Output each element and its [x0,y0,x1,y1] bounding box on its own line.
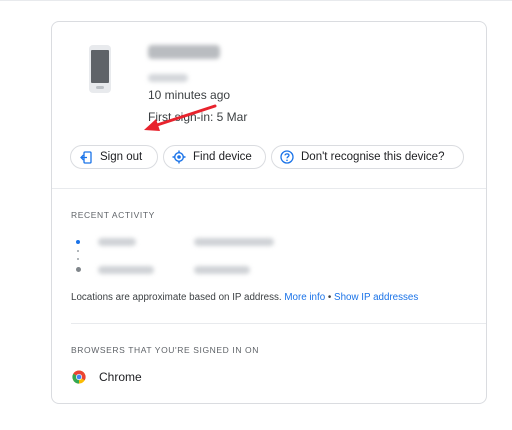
device-card: 10 minutes ago First sign-in: 5 Mar Sign… [51,21,487,404]
phone-icon [89,45,111,93]
browsers-heading: BROWSERS THAT YOU'RE SIGNED IN ON [71,345,259,355]
red-annotation-arrow [144,104,217,131]
more-info-link[interactable]: More info [284,292,325,303]
section-divider [52,188,486,189]
dont-recognise-button[interactable]: Don't recognise this device? [271,145,464,169]
device-location-redacted [148,74,188,82]
section-divider [71,323,486,324]
dont-recognise-label: Don't recognise this device? [301,151,445,163]
activity-time-redacted [194,238,274,246]
sign-out-label: Sign out [100,151,143,163]
last-active-text: 10 minutes ago [148,88,231,102]
link-separator: • [325,292,335,303]
activity-location-redacted [98,238,136,246]
find-device-label: Find device [193,151,252,163]
top-divider [0,0,512,1]
activity-location-redacted [98,266,154,274]
timeline-dot [77,258,79,260]
recent-activity-heading: RECENT ACTIVITY [71,210,155,220]
find-device-button[interactable]: Find device [163,145,266,169]
browser-item-chrome: Chrome [99,370,142,384]
sign-out-button[interactable]: Sign out [70,145,158,169]
show-ip-addresses-link[interactable]: Show IP addresses [334,292,418,303]
activity-dot-past [76,267,81,272]
help-icon [280,150,294,164]
timeline-dot [77,250,79,252]
activity-time-redacted [194,266,250,274]
location-note: Locations are approximate based on IP ad… [71,292,418,303]
sign-out-icon [79,150,93,164]
device-name-redacted [148,45,220,59]
location-note-text: Locations are approximate based on IP ad… [71,292,282,303]
crosshair-icon [172,150,186,164]
chrome-icon [72,370,86,384]
activity-dot-current [76,240,80,244]
